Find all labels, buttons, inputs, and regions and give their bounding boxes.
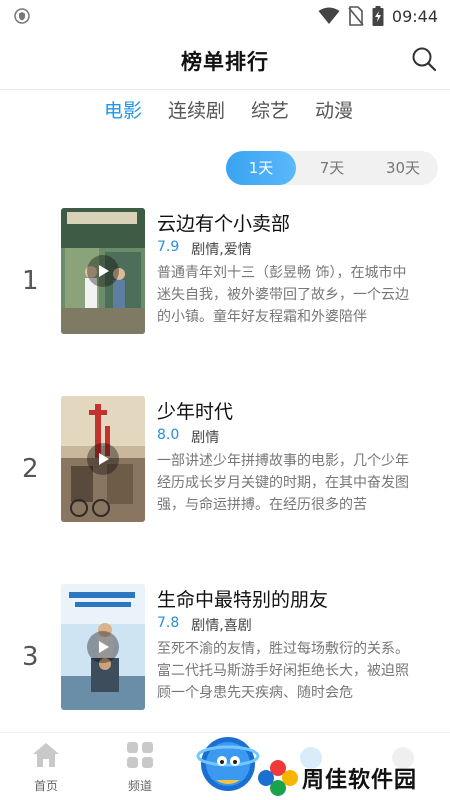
- play-icon: [87, 255, 119, 287]
- search-button[interactable]: [410, 45, 438, 73]
- watermark: 周佳软件园: [194, 728, 450, 800]
- movie-poster[interactable]: [61, 584, 145, 710]
- watermark-text: 周佳软件园: [302, 768, 418, 793]
- status-bar: 09:44: [0, 0, 450, 32]
- movie-description: 普通青年刘十三（彭昱畅 饰），在城市中迷失自我，被外婆带回了故乡，一个云边的小镇…: [157, 265, 409, 325]
- wifi-icon: [318, 7, 340, 24]
- rank-number: 1: [22, 266, 39, 296]
- watermark-logo: [196, 737, 298, 796]
- movie-title[interactable]: 云边有个小卖部: [157, 209, 290, 236]
- app-header: 榜单排行: [0, 32, 450, 90]
- movie-genre: 剧情: [191, 430, 220, 446]
- nav-channel[interactable]: 频道: [110, 741, 170, 794]
- tab-movie[interactable]: 电影: [104, 98, 142, 124]
- movie-score: 8.0: [157, 427, 180, 443]
- movie-meta: 7.9 剧情,爱情: [157, 239, 252, 259]
- movie-genre: 剧情,爱情: [191, 242, 252, 258]
- status-time: 09:44: [391, 6, 438, 26]
- movie-poster[interactable]: [61, 208, 145, 334]
- movie-score: 7.8: [157, 615, 180, 631]
- movie-meta: 8.0 剧情: [157, 427, 219, 447]
- no-sim-icon: [348, 6, 364, 26]
- tab-anime[interactable]: 动漫: [315, 98, 353, 124]
- list-item[interactable]: 2 少年时代 8.0 剧情 一部讲述少年拼搏故事的电影，几个少年经历成长岁月关键…: [0, 396, 450, 522]
- movie-description: 至死不渝的友情，胜过每场敷衍的关系。富二代托马斯游手好闲拒绝长大，被迫照顾一个身…: [157, 641, 409, 701]
- nav-channel-label: 频道: [127, 779, 152, 793]
- movie-genre: 剧情,喜剧: [191, 618, 252, 634]
- movie-poster[interactable]: [61, 396, 145, 522]
- period-7-days[interactable]: 7天: [298, 151, 366, 185]
- period-toggle: 1天 7天 30天: [226, 151, 438, 185]
- home-icon: [33, 743, 59, 767]
- list-item[interactable]: 1 云边有个小卖部 7.9 剧情,爱情 普通青年刘十三（彭昱畅 饰），在城市中迷…: [0, 208, 450, 334]
- period-1-day[interactable]: 1天: [226, 151, 296, 185]
- nav-home[interactable]: 首页: [16, 741, 76, 794]
- movie-description: 一部讲述少年拼搏故事的电影，几个少年经历成长岁月关键的时期，在其中奋发图强，与命…: [157, 453, 409, 513]
- period-30-days[interactable]: 30天: [368, 151, 438, 185]
- category-tabs: 电影 连续剧 综艺 动漫: [104, 98, 353, 124]
- search-icon: [412, 47, 437, 72]
- movie-score: 7.9: [157, 239, 180, 255]
- grid-icon: [127, 742, 153, 768]
- tab-tv-series[interactable]: 连续剧: [168, 98, 225, 124]
- tab-variety[interactable]: 综艺: [251, 98, 289, 124]
- play-icon: [87, 443, 119, 475]
- nav-home-label: 首页: [33, 779, 58, 793]
- movie-title[interactable]: 生命中最特别的朋友: [157, 585, 328, 612]
- rank-number: 2: [22, 454, 39, 484]
- shield-status-icon: [14, 8, 30, 24]
- list-item[interactable]: 3 生命中最特别的朋友 7.8 剧情,喜剧 至死不渝的友情，胜过每场敷衍的关系。…: [0, 584, 450, 710]
- movie-meta: 7.8 剧情,喜剧: [157, 615, 252, 635]
- rank-number: 3: [22, 642, 39, 672]
- page-title: 榜单排行: [181, 50, 269, 74]
- play-icon: [87, 631, 119, 663]
- battery-charging-icon: [372, 6, 384, 26]
- movie-title[interactable]: 少年时代: [157, 397, 233, 424]
